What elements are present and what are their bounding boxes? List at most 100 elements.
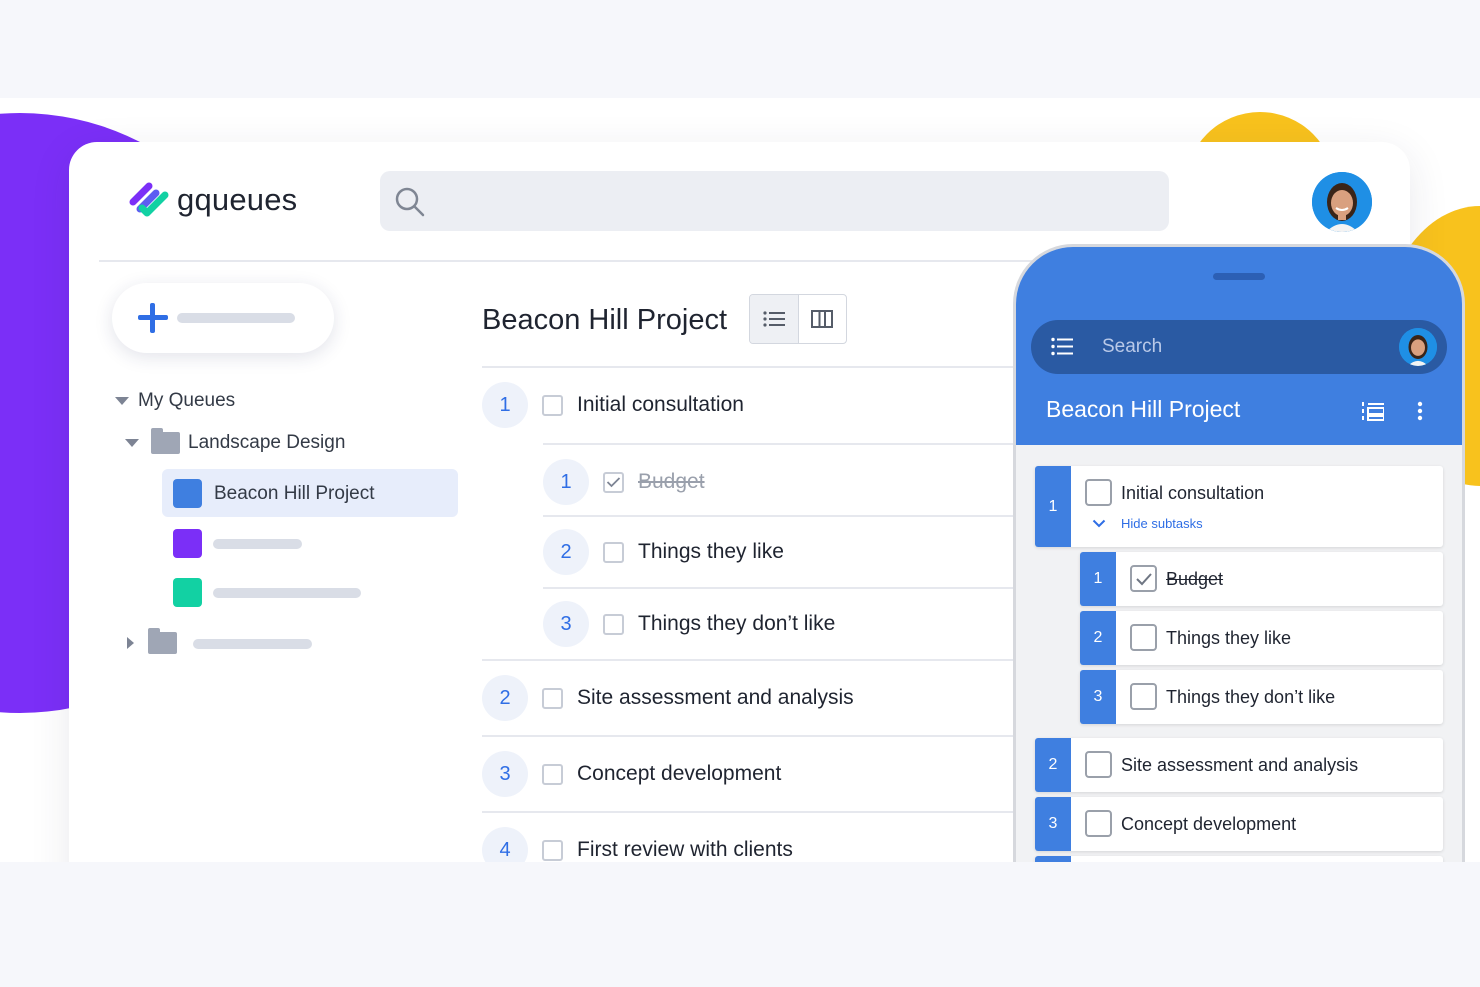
bottom-background: [0, 862, 1480, 987]
mobile-task-checkbox[interactable]: [1085, 479, 1112, 506]
user-avatar[interactable]: [1312, 172, 1372, 232]
task-checkbox[interactable]: [603, 613, 624, 635]
mobile-subtask-card[interactable]: 3 Things they don’t like: [1080, 670, 1443, 724]
mobile-page-title: Beacon Hill Project: [1046, 396, 1241, 422]
mobile-task-label: Concept development: [1121, 814, 1297, 834]
checkmark-icon: [606, 477, 621, 488]
avatar-photo-icon: [1312, 172, 1372, 232]
placeholder-bar: [177, 313, 295, 323]
subtask-row[interactable]: 1 Budget: [543, 443, 1022, 519]
task-label: Things they don’t like: [638, 612, 836, 635]
hide-subtasks-link[interactable]: Hide subtasks: [1121, 516, 1203, 531]
task-label: First review with clients: [577, 838, 793, 861]
mobile-task-label: Things they don’t like: [1166, 687, 1336, 707]
task-checkbox[interactable]: [542, 687, 563, 709]
sidebar-item-queue-purple[interactable]: [173, 529, 202, 558]
task-checkbox-checked[interactable]: [603, 471, 624, 493]
task-number: 4: [482, 827, 528, 862]
task-checkbox[interactable]: [603, 541, 624, 563]
view-toggle: [749, 294, 847, 344]
subtask-row[interactable]: 3 Things they don’t like: [543, 587, 1022, 659]
task-label: Things they like: [638, 540, 784, 563]
mobile-task-number: 3: [1080, 670, 1116, 724]
task-row[interactable]: 1 Initial consultation: [482, 366, 1022, 442]
mobile-task-checkbox[interactable]: [1130, 683, 1157, 710]
sidebar-folder-collapsed[interactable]: [127, 628, 177, 654]
task-number: 3: [543, 601, 589, 647]
mobile-task-number: 2: [1080, 611, 1116, 665]
sidebar-item-beacon-hill-project-content: Beacon Hill Project: [173, 479, 375, 508]
queue-color-icon: [173, 578, 202, 607]
mobile-task-checkbox[interactable]: [1085, 751, 1112, 778]
sidebar-item-label: Beacon Hill Project: [214, 482, 375, 504]
task-number: 1: [543, 459, 589, 505]
queue-color-icon: [173, 529, 202, 558]
mobile-task-label: Budget: [1166, 569, 1224, 589]
sidebar-item-label: My Queues: [138, 390, 236, 411]
mobile-task-checkbox-checked[interactable]: [1130, 565, 1157, 592]
folder-icon: [148, 628, 177, 654]
chevron-down-icon[interactable]: [1092, 519, 1106, 528]
mobile-subtask-card[interactable]: 1 Budget: [1080, 552, 1443, 606]
mobile-task-label: Initial consultation: [1121, 483, 1265, 503]
mobile-task-card[interactable]: 1 Initial consultation Hide subtasks: [1035, 466, 1443, 547]
mobile-task-label: Things they like: [1166, 628, 1292, 648]
queue-color-icon: [173, 479, 202, 508]
columns-view-icon: [811, 310, 834, 328]
subtask-list-icon[interactable]: [1362, 401, 1384, 421]
task-checkbox[interactable]: [542, 839, 563, 861]
folder-icon: [151, 428, 180, 454]
sidebar-item-my-queues[interactable]: My Queues: [115, 390, 235, 412]
mobile-task-label: Site assessment and analysis: [1121, 755, 1359, 775]
sidebar-item-label: Landscape Design: [188, 432, 346, 453]
task-label: Site assessment and analysis: [577, 686, 854, 709]
task-label: Initial consultation: [577, 393, 744, 416]
mobile-task-card[interactable]: 2 Site assessment and analysis: [1035, 738, 1443, 792]
task-checkbox[interactable]: [542, 763, 563, 785]
placeholder-bar: [193, 639, 312, 649]
task-checkbox[interactable]: [542, 394, 563, 416]
list-view-icon: [763, 311, 785, 327]
subtask-row[interactable]: 2 Things they like: [543, 515, 1022, 587]
sidebar-item-queue-green[interactable]: [173, 578, 202, 607]
caret-down-icon: [125, 439, 139, 447]
app-name: gqueues: [177, 182, 298, 217]
avatar-photo-icon: [1399, 328, 1437, 366]
task-label: Budget: [638, 470, 705, 493]
task-row[interactable]: 3 Concept development: [482, 735, 1022, 811]
mobile-task-checkbox[interactable]: [1130, 624, 1157, 651]
mobile-task-checkbox[interactable]: [1085, 810, 1112, 837]
mobile-user-avatar[interactable]: [1399, 328, 1437, 366]
mobile-search-placeholder: Search: [1102, 336, 1163, 357]
sidebar-folder-landscape-design[interactable]: Landscape Design: [125, 428, 346, 454]
placeholder-bar: [213, 588, 361, 598]
checkmark-icon: [1135, 572, 1152, 585]
task-row[interactable]: 2 Site assessment and analysis: [482, 659, 1022, 735]
header-divider: [99, 260, 1049, 262]
board-view-button[interactable]: [799, 295, 847, 343]
task-row[interactable]: 4 First review with clients: [482, 811, 1022, 862]
mobile-subtask-card[interactable]: 2 Things they like: [1080, 611, 1443, 665]
task-number: 3: [482, 751, 528, 797]
mobile-search-bar[interactable]: Search: [1031, 320, 1447, 374]
caret-right-icon: [127, 637, 134, 649]
mobile-task-number: 3: [1035, 797, 1071, 851]
plus-icon: [138, 303, 168, 333]
list-view-button[interactable]: [750, 295, 799, 343]
new-item-button[interactable]: [112, 283, 334, 353]
mobile-task-number: 1: [1035, 466, 1071, 547]
mobile-task-number: 1: [1080, 552, 1116, 606]
mobile-header: Search Beacon Hill Project: [1016, 247, 1462, 445]
task-number: 2: [482, 675, 528, 721]
gqueues-logo[interactable]: gqueues: [129, 180, 297, 220]
menu-icon[interactable]: [1051, 337, 1073, 356]
task-number: 1: [482, 382, 528, 428]
task-number: 2: [543, 529, 589, 575]
mobile-task-number: 2: [1035, 738, 1071, 792]
more-vertical-icon[interactable]: [1417, 401, 1423, 421]
mobile-task-card[interactable]: 3 Concept development: [1035, 797, 1443, 851]
phone-speaker: [1213, 273, 1265, 280]
search-input[interactable]: [380, 171, 1169, 231]
search-icon: [395, 187, 425, 217]
task-label: Concept development: [577, 762, 782, 785]
